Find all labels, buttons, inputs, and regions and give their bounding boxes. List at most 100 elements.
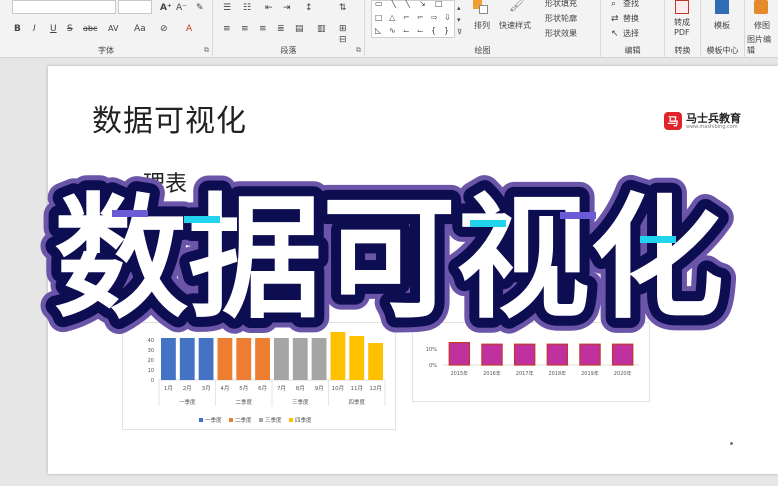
font-name-box[interactable] xyxy=(12,0,116,14)
cursor-icon[interactable]: ↖ xyxy=(611,28,619,40)
slide-title[interactable]: 数据可视化 xyxy=(92,96,247,140)
find-button[interactable]: 查找 xyxy=(623,0,639,9)
brace-shape-icon[interactable]: { xyxy=(431,26,436,35)
replace-icon[interactable]: ⇄ xyxy=(611,13,619,25)
gallery-scroll-icon[interactable]: ▾ xyxy=(457,14,461,26)
highlight-icon[interactable]: ⊘ xyxy=(160,23,168,35)
retouch-icon[interactable] xyxy=(754,0,768,14)
brace-shape-icon[interactable]: } xyxy=(444,26,449,35)
line-spacing-icon[interactable]: ↕ xyxy=(305,2,313,14)
brand-logo: 马 马士兵教育 www.mashibing.com xyxy=(664,112,741,130)
char-spacing-button[interactable]: AV xyxy=(108,23,118,35)
retouch-button[interactable]: 修图 xyxy=(754,20,770,31)
squiggle-shape-icon[interactable]: ∿ xyxy=(389,26,396,35)
font-size-box[interactable] xyxy=(118,0,152,14)
x-tick-label: 2016年 xyxy=(483,370,501,377)
square-shape-icon[interactable]: □ xyxy=(435,0,443,8)
select-button[interactable]: 选择 xyxy=(623,28,639,39)
convert-pdf-button[interactable]: 转成 PDF xyxy=(674,18,690,38)
numbering-icon[interactable]: ☷ xyxy=(243,2,251,14)
decrease-indent-icon[interactable]: ⇤ xyxy=(265,2,273,14)
triangle-shape-icon[interactable]: △ xyxy=(389,13,395,22)
distributed-icon[interactable]: ▤ xyxy=(295,23,304,35)
quick-styles-button[interactable]: 快速样式 xyxy=(499,20,531,31)
overlay-accent-stripe xyxy=(640,236,676,243)
down-arrow-shape-icon[interactable]: ⇩ xyxy=(444,13,451,22)
arrange-icon[interactable] xyxy=(471,0,491,16)
drawing-group: ▭ ╲ ╲ ↘ □ □ △ ⌐ ⌐ ⇨ ⇩ ◺ ∿ ⌙ ⌙ { } ▴ ▾ ⊽ … xyxy=(365,0,601,58)
legend-swatch xyxy=(259,418,263,422)
font-color-button[interactable]: A xyxy=(186,23,192,35)
arrow-shape-icon[interactable]: ↘ xyxy=(419,0,426,8)
rect-shape-icon[interactable]: ▭ xyxy=(375,0,383,8)
underline-button[interactable]: U xyxy=(50,23,57,35)
elbow-shape-icon[interactable]: ⌐ xyxy=(403,13,410,22)
template-button[interactable]: 模板 xyxy=(714,20,730,31)
legend-swatch xyxy=(199,418,203,422)
convert-group-label: 转换 xyxy=(674,46,691,55)
shape-gallery[interactable]: ▭ ╲ ╲ ↘ □ □ △ ⌐ ⌐ ⇨ ⇩ ◺ ∿ ⌙ ⌙ { } xyxy=(371,0,455,38)
x-tick-label: 9月 xyxy=(315,385,324,392)
search-icon[interactable]: ⌕ xyxy=(611,0,616,10)
text-direction-icon[interactable]: ⇅ xyxy=(339,2,347,14)
shape-effect-button[interactable]: 形状效果 xyxy=(545,28,577,39)
x-tick-label: 7月 xyxy=(277,385,286,392)
pdf-icon[interactable] xyxy=(675,0,689,14)
arrange-button[interactable]: 排列 xyxy=(474,20,490,31)
increase-indent-icon[interactable]: ⇥ xyxy=(283,2,291,14)
connector-shape-icon[interactable]: ⌙ xyxy=(417,26,424,35)
elbow-shape-icon[interactable]: ⌐ xyxy=(417,13,424,22)
clear-format-icon[interactable]: ✎ xyxy=(196,2,204,14)
square-shape-icon[interactable]: □ xyxy=(375,13,383,22)
template-icon[interactable] xyxy=(715,0,729,14)
text-shadow-button[interactable]: abc xyxy=(83,23,97,35)
strikethrough-button[interactable]: S xyxy=(67,23,73,35)
change-case-button[interactable]: Aa xyxy=(134,23,146,35)
x-tick-label: 10月 xyxy=(332,385,345,392)
overlay-accent-stripe xyxy=(112,210,148,217)
legend-label: 三季度 xyxy=(265,416,282,424)
font-dialog-launcher-icon[interactable]: ⧉ xyxy=(204,46,209,55)
x-tick-label: 6月 xyxy=(258,385,267,392)
group-label: 一季度 xyxy=(179,398,196,406)
shape-outline-button[interactable]: 形状轮廓 xyxy=(545,13,577,24)
align-left-icon[interactable]: ≡ xyxy=(223,23,231,35)
italic-button[interactable]: I xyxy=(33,23,36,35)
align-right-icon[interactable]: ≡ xyxy=(259,23,267,35)
y-tick-label: 0 xyxy=(151,378,154,384)
x-tick-label: 8月 xyxy=(296,385,305,392)
connector-shape-icon[interactable]: ⌙ xyxy=(403,26,410,35)
line-shape-icon[interactable]: ╲ xyxy=(405,0,410,8)
grow-font-icon[interactable]: A⁺ xyxy=(160,2,172,14)
title-overlay: 数据可视化 数据可视化 数据可视化 xyxy=(0,150,778,350)
overlay-accent-stripe xyxy=(184,216,220,223)
shrink-font-icon[interactable]: A⁻ xyxy=(176,2,187,14)
x-tick-label: 2019年 xyxy=(581,370,599,377)
gallery-expand-icon[interactable]: ⊽ xyxy=(457,26,462,38)
image-edit-group: 修图 图片编辑 xyxy=(745,0,778,58)
overlay-text-svg: 数据可视化 数据可视化 数据可视化 xyxy=(39,166,739,350)
overlay-text: 数据可视化 xyxy=(54,181,724,337)
shape-fill-button[interactable]: 形状填充 xyxy=(545,0,577,9)
x-tick-label: 11月 xyxy=(351,385,364,392)
quick-styles-icon[interactable]: 🖌 xyxy=(509,0,526,12)
columns-icon[interactable]: ▥ xyxy=(317,23,326,35)
justify-icon[interactable]: ≣ xyxy=(277,23,285,35)
freeform-shape-icon[interactable]: ◺ xyxy=(375,26,381,35)
bullets-icon[interactable]: ☰ xyxy=(223,2,231,14)
legend-label: 四季度 xyxy=(295,416,312,424)
line-shape-icon[interactable]: ╲ xyxy=(391,0,396,8)
bold-button[interactable]: B xyxy=(14,23,21,35)
gallery-scroll-icon[interactable]: ▴ xyxy=(457,2,461,14)
paragraph-group: ☰ ☷ ⇤ ⇥ ↕ ⇅ ≡ ≡ ≡ ≣ ▤ ▥ ⊞ ⊟ 段落 ⧉ xyxy=(213,0,365,58)
brand-mark-icon: 马 xyxy=(664,112,682,130)
align-center-icon[interactable]: ≡ xyxy=(241,23,249,35)
paragraph-group-label: 段落 xyxy=(280,46,297,55)
right-arrow-shape-icon[interactable]: ⇨ xyxy=(431,13,438,22)
replace-button[interactable]: 替换 xyxy=(623,13,639,24)
legend-label: 二季度 xyxy=(235,416,252,424)
legend-swatch xyxy=(289,418,293,422)
paragraph-dialog-launcher-icon[interactable]: ⧉ xyxy=(356,46,361,55)
group-label: 二季度 xyxy=(235,398,252,406)
x-tick-label: 12月 xyxy=(369,385,382,392)
